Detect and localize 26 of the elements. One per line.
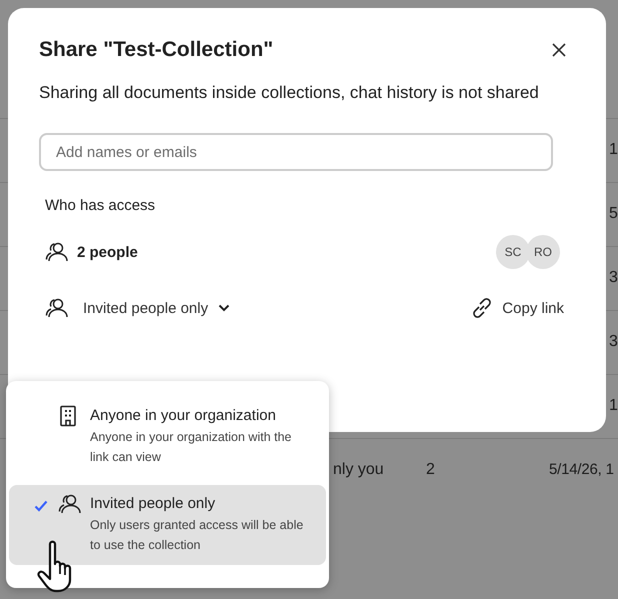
- search-field[interactable]: Add names or emails: [39, 133, 553, 171]
- table-cell: 2: [426, 461, 435, 479]
- menu-item[interactable]: Invited people only Only users granted access will be able to use the collection: [9, 485, 326, 565]
- table-cell: nly you: [333, 461, 384, 479]
- table-cell: 5/14/26, 1: [549, 461, 614, 478]
- table-cell: 3: [609, 269, 618, 287]
- menu-item[interactable]: Anyone in your organization Anyone in your organization with the link can view: [9, 397, 326, 477]
- avatar: SC: [496, 235, 530, 269]
- section-heading: Who has access: [45, 197, 156, 214]
- check-icon: [34, 500, 48, 512]
- table-cell: 3: [609, 333, 618, 351]
- people-icon: [58, 493, 82, 515]
- table-cell: 1: [609, 397, 618, 415]
- dialog-title: Share "Test-Collection": [39, 38, 274, 62]
- people-icon: [45, 297, 69, 319]
- dialog-description: Sharing all documents inside collections, chat history is not shared: [39, 82, 539, 104]
- copy-link-button[interactable]: Copy link: [470, 296, 564, 320]
- access-dropdown[interactable]: Invited people only: [45, 297, 230, 319]
- people-count: 2 people: [77, 244, 138, 260]
- people-icon: [45, 241, 69, 263]
- avatar: RO: [526, 235, 560, 269]
- building-icon: [58, 405, 78, 427]
- chevron-down-icon: [218, 304, 230, 312]
- table-cell: 1: [609, 141, 618, 159]
- table-cell: 5: [609, 205, 618, 223]
- close-icon[interactable]: [551, 42, 567, 58]
